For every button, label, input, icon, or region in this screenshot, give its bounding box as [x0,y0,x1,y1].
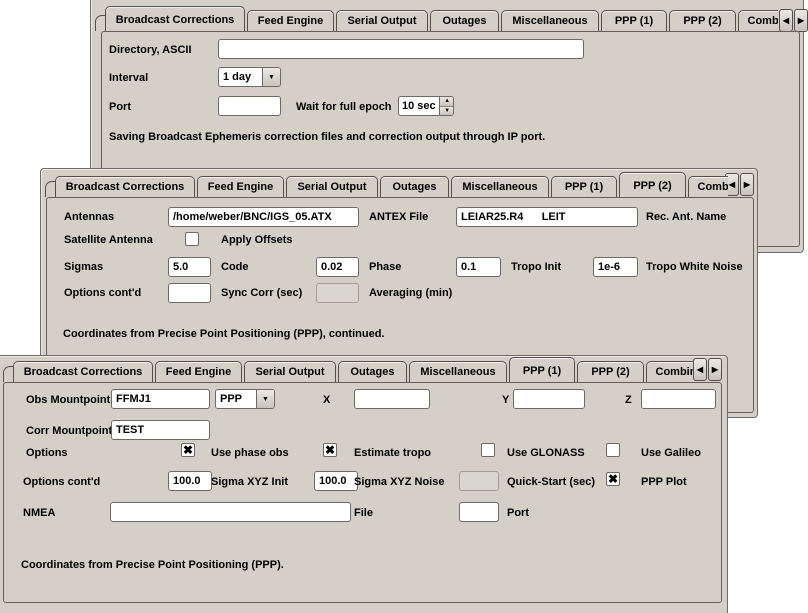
tab-broadcast-corrections[interactable]: Broadcast Corrections [55,176,195,197]
tab-outages[interactable]: Outages [380,176,449,197]
scroll-left-icon: ◀ [697,366,703,374]
tab-serial-output[interactable]: Serial Output [244,361,336,382]
tab-combin[interactable]: Combin [646,361,693,382]
tab-serial-output[interactable]: Serial Output [286,176,378,197]
tab-miscellaneous[interactable]: Miscellaneous [501,10,599,31]
tab-bar: Broadcast CorrectionsFeed EngineSerial O… [95,3,778,31]
scroll-right-icon: ▶ [712,366,718,374]
tab-outages[interactable]: Outages [430,10,499,31]
desktop-background: Broadcast CorrectionsFeed EngineSerial O… [0,0,808,613]
tab-feed-engine[interactable]: Feed Engine [155,361,242,382]
tab-ppp-1[interactable]: PPP (1) [551,176,617,197]
tab-combin[interactable]: Combin [738,10,778,31]
tab-serial-output[interactable]: Serial Output [336,10,428,31]
scroll-left-icon: ◀ [729,181,735,189]
tab-ppp-1[interactable]: PPP (1) [509,357,575,382]
tab-content-frame [3,382,722,603]
tab-combin[interactable]: Combin [688,176,728,197]
tab-broadcast-corrections[interactable]: Broadcast Corrections [13,361,153,382]
scroll-right-icon: ▶ [798,17,804,25]
tab-ppp-2[interactable]: PPP (2) [619,172,686,197]
scroll-left-icon: ◀ [783,17,789,25]
window-ppp-1: Broadcast CorrectionsFeed EngineSerial O… [0,355,728,613]
tab-scroll-right-button[interactable]: ▶ [740,173,754,196]
tab-scroll-right-button[interactable]: ▶ [708,358,722,381]
scroll-right-icon: ▶ [744,181,750,189]
tab-miscellaneous[interactable]: Miscellaneous [409,361,507,382]
tab-feed-engine[interactable]: Feed Engine [247,10,334,31]
tab-scroll-left-button[interactable]: ◀ [779,9,793,32]
tab-bar: Broadcast CorrectionsFeed EngineSerial O… [3,356,693,382]
tab-outages[interactable]: Outages [338,361,407,382]
tab-bar: Broadcast CorrectionsFeed EngineSerial O… [45,169,728,197]
tab-ppp-2[interactable]: PPP (2) [669,10,736,31]
tab-feed-engine[interactable]: Feed Engine [197,176,284,197]
tab-scroll-right-button[interactable]: ▶ [794,9,808,32]
tab-scroll-left-button[interactable]: ◀ [693,358,707,381]
tab-broadcast-corrections[interactable]: Broadcast Corrections [105,6,245,31]
tab-ppp-1[interactable]: PPP (1) [601,10,667,31]
tab-ppp-2[interactable]: PPP (2) [577,361,644,382]
tab-miscellaneous[interactable]: Miscellaneous [451,176,549,197]
